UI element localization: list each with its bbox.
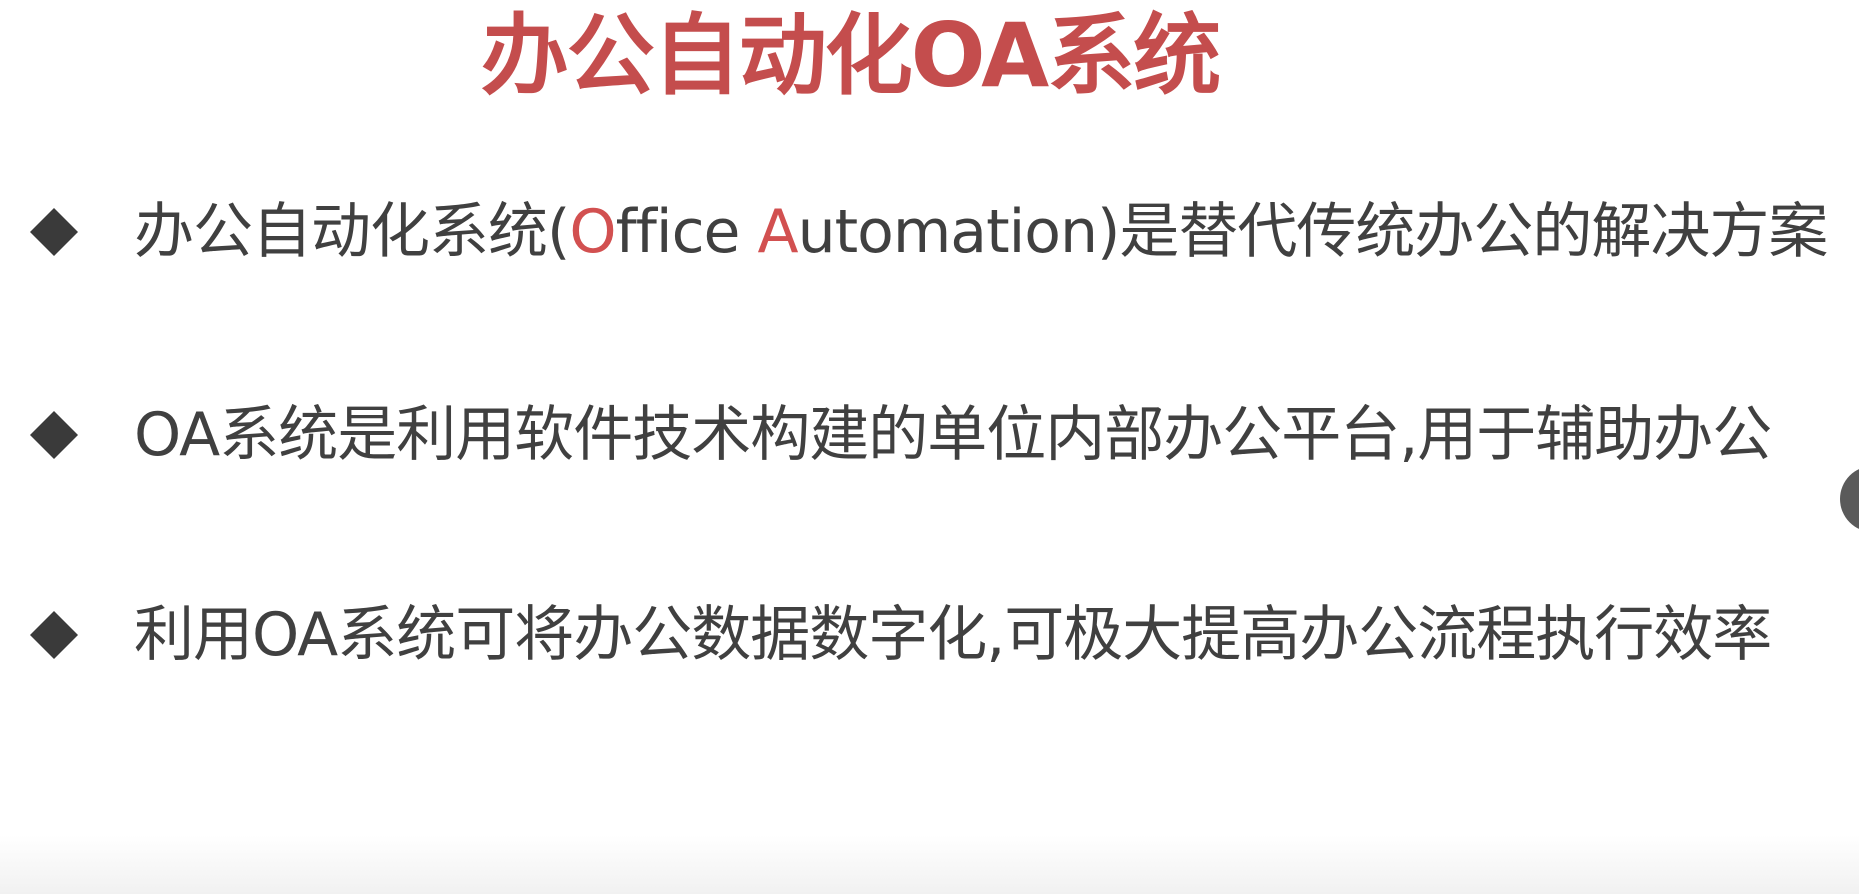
bullet-item-2: OA系统是利用软件技术构建的单位内部办公平台,用于辅助办公 <box>28 395 1772 475</box>
bullet-text-1-mid: ffice <box>615 197 758 267</box>
bullet-text-1: 办公自动化系统(Office Automation)是替代传统办公的解决方案 <box>134 192 1829 272</box>
bullet-text-1-post: utomation)是替代传统办公的解决方案 <box>797 197 1829 267</box>
slide-title: 办公自动化OA系统 <box>480 4 1222 107</box>
nav-circle-icon[interactable] <box>1840 466 1859 532</box>
slide: 办公自动化OA系统 办公自动化系统(Office Automation)是替代传… <box>0 0 1859 894</box>
diamond-bullet-icon <box>28 409 80 461</box>
bullet-item-3: 利用OA系统可将办公数据数字化,可极大提高办公流程执行效率 <box>28 595 1772 675</box>
bullet-item-1: 办公自动化系统(Office Automation)是替代传统办公的解决方案 <box>28 192 1829 272</box>
diamond-bullet-icon <box>28 206 80 258</box>
bullet-text-2: OA系统是利用软件技术构建的单位内部办公平台,用于辅助办公 <box>134 400 1772 470</box>
bullet-text-3: 利用OA系统可将办公数据数字化,可极大提高办公流程执行效率 <box>134 600 1772 670</box>
diamond-bullet-icon <box>28 609 80 661</box>
highlight-letter-o: O <box>569 197 616 267</box>
bullet-text-1-pre: 办公自动化系统( <box>134 197 570 267</box>
highlight-letter-a: A <box>757 197 799 267</box>
